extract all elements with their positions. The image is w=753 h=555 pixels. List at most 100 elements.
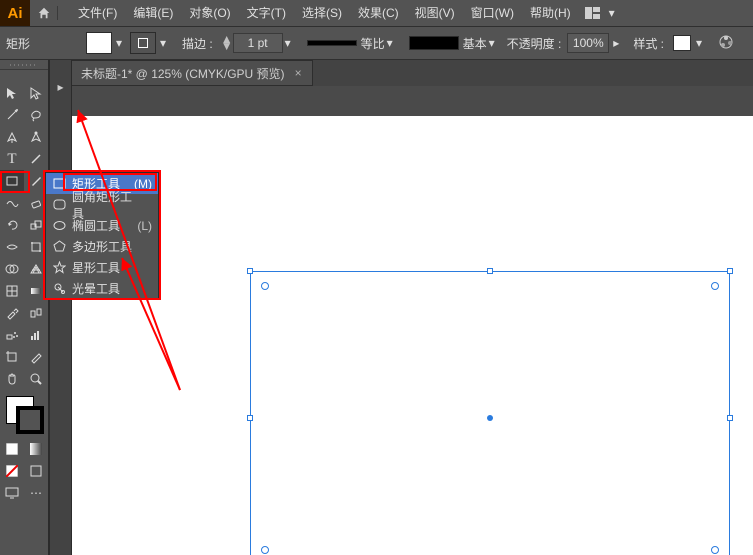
chevron-down-icon[interactable]: ▾	[385, 36, 395, 50]
width-tool[interactable]	[0, 236, 24, 258]
symbol-sprayer-tool[interactable]	[0, 324, 24, 346]
menu-file[interactable]: 文件(F)	[70, 0, 125, 26]
menu-help[interactable]: 帮助(H)	[522, 0, 579, 26]
rectangle-tool[interactable]	[0, 170, 24, 192]
menu-window[interactable]: 窗口(W)	[463, 0, 522, 26]
document-tab-bar: 未标题-1* @ 125% (CMYK/GPU 预览) ×	[0, 60, 753, 86]
flyout-polygon-tool[interactable]: 多边形工具	[46, 236, 158, 257]
menu-view[interactable]: 视图(V)	[407, 0, 463, 26]
canvas[interactable]	[72, 86, 753, 555]
close-icon[interactable]: ×	[295, 66, 302, 80]
graphic-style-swatch[interactable]	[673, 35, 691, 51]
flyout-ellipse-tool[interactable]: 椭圆工具 (L)	[46, 215, 158, 236]
app-logo[interactable]: Ai	[0, 0, 30, 26]
fill-stroke-proxies[interactable]	[0, 394, 48, 436]
resize-handle[interactable]	[247, 415, 253, 421]
corner-widget[interactable]	[261, 546, 269, 554]
resize-handle[interactable]	[727, 415, 733, 421]
chevron-right-icon[interactable]: ▸	[613, 36, 619, 50]
color-mode[interactable]	[0, 438, 24, 460]
corner-widget[interactable]	[261, 282, 269, 290]
artboard[interactable]	[72, 116, 753, 555]
uniform-label: 等比	[361, 35, 385, 52]
panel-grip[interactable]	[0, 60, 48, 70]
slice-tool[interactable]	[24, 346, 48, 368]
collapsed-panels: ▸	[50, 60, 72, 555]
screen-mode[interactable]	[0, 482, 24, 504]
pen-tool[interactable]	[0, 126, 24, 148]
fill-swatch[interactable]	[86, 32, 112, 54]
hand-tool[interactable]	[0, 368, 24, 390]
edit-toolbar[interactable]: ⋯	[24, 482, 48, 504]
basic-label: 基本	[463, 35, 487, 52]
draw-mode[interactable]	[24, 460, 48, 482]
chevron-down-icon[interactable]: ▾	[607, 6, 617, 20]
resize-handle[interactable]	[727, 268, 733, 274]
stroke-swatch[interactable]	[130, 32, 156, 54]
chevron-down-icon[interactable]: ▾	[487, 36, 497, 50]
shape-tool-flyout: 矩形工具 (M) 圆角矩形工具 椭圆工具 (L) 多边形工具 星形工具 光晕工具	[45, 172, 159, 300]
tool-panel: T	[0, 60, 50, 555]
type-tool[interactable]: T	[0, 148, 24, 170]
panel-expand-icon[interactable]: ▸	[50, 74, 71, 100]
flyout-shortcut: (L)	[134, 219, 158, 233]
corner-widget[interactable]	[711, 546, 719, 554]
resize-handle[interactable]	[247, 268, 253, 274]
none-mode[interactable]	[0, 460, 24, 482]
menu-type[interactable]: 文字(T)	[239, 0, 294, 26]
selection-tool[interactable]	[0, 82, 24, 104]
flyout-label: 光晕工具	[68, 280, 134, 297]
menu-select[interactable]: 选择(S)	[294, 0, 350, 26]
magic-wand-tool[interactable]	[0, 104, 24, 126]
stroke-width-field[interactable]: 1 pt	[233, 33, 283, 53]
flare-icon	[50, 282, 68, 295]
gradient-mode[interactable]	[24, 438, 48, 460]
arrange-docs-icon[interactable]	[579, 7, 607, 19]
lasso-tool[interactable]	[24, 104, 48, 126]
flyout-rounded-rectangle-tool[interactable]: 圆角矩形工具	[46, 194, 158, 215]
eyedropper-tool[interactable]	[0, 302, 24, 324]
selected-rectangle[interactable]	[250, 271, 730, 555]
stepper-icon[interactable]: ▲▼	[221, 36, 233, 50]
center-point-icon	[487, 415, 493, 421]
opacity-field[interactable]: 100%	[567, 33, 609, 53]
mesh-tool[interactable]	[0, 280, 24, 302]
rotate-tool[interactable]	[0, 214, 24, 236]
chevron-down-icon[interactable]: ▾	[694, 36, 704, 50]
stroke-label: 描边 :	[182, 35, 213, 52]
menu-bar: Ai 文件(F) 编辑(E) 对象(O) 文字(T) 选择(S) 效果(C) 视…	[0, 0, 753, 26]
flyout-shortcut: (M)	[134, 177, 158, 191]
recolor-icon[interactable]	[718, 34, 734, 53]
document-tab[interactable]: 未标题-1* @ 125% (CMYK/GPU 预览) ×	[70, 60, 313, 86]
ellipse-icon	[50, 220, 68, 231]
flyout-star-tool[interactable]: 星形工具	[46, 257, 158, 278]
star-icon	[50, 261, 68, 274]
artboard-tool[interactable]	[0, 346, 24, 368]
chevron-down-icon[interactable]: ▾	[158, 36, 168, 50]
blend-tool[interactable]	[24, 302, 48, 324]
curvature-tool[interactable]	[24, 126, 48, 148]
column-graph-tool[interactable]	[24, 324, 48, 346]
chevron-down-icon[interactable]: ▾	[114, 36, 124, 50]
chevron-down-icon[interactable]: ▾	[283, 36, 293, 50]
shaper-tool[interactable]	[0, 192, 24, 214]
menu-edit[interactable]: 编辑(E)	[125, 0, 181, 26]
flyout-label: 椭圆工具	[68, 217, 134, 234]
zoom-tool[interactable]	[24, 368, 48, 390]
stroke-profile-preview[interactable]	[307, 40, 357, 46]
line-tool[interactable]	[24, 148, 48, 170]
direct-selection-tool[interactable]	[24, 82, 48, 104]
current-tool-label: 矩形	[6, 35, 30, 52]
stroke-proxy[interactable]	[16, 406, 44, 434]
rounded-rectangle-icon	[50, 199, 68, 210]
menu-object[interactable]: 对象(O)	[181, 0, 238, 26]
corner-widget[interactable]	[711, 282, 719, 290]
home-button[interactable]	[30, 6, 58, 20]
style-label: 样式 :	[633, 35, 664, 52]
brush-preview[interactable]	[409, 36, 459, 50]
flyout-label: 多边形工具	[68, 238, 134, 255]
menu-effect[interactable]: 效果(C)	[350, 0, 407, 26]
shape-builder-tool[interactable]	[0, 258, 24, 280]
flyout-flare-tool[interactable]: 光晕工具	[46, 278, 158, 299]
resize-handle[interactable]	[487, 268, 493, 274]
